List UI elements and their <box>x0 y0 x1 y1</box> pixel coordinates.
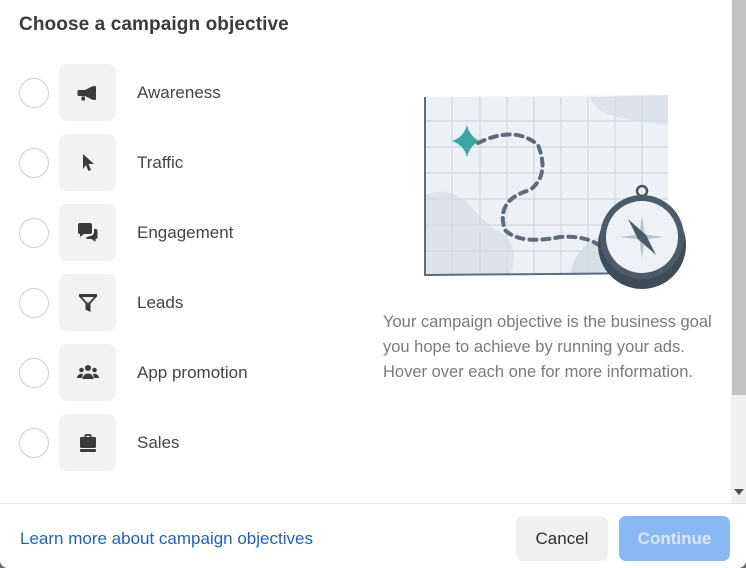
objective-label: App promotion <box>137 363 248 382</box>
objective-label: Awareness <box>137 83 221 102</box>
dialog-content: Choose a campaign objective Awareness Tr… <box>0 0 732 503</box>
objective-label: Sales <box>137 433 180 452</box>
dialog-title: Choose a campaign objective <box>19 14 289 35</box>
scrollbar-thumb[interactable] <box>732 0 746 395</box>
radio-button[interactable] <box>19 358 49 388</box>
objective-label: Leads <box>137 293 184 312</box>
vertical-scrollbar[interactable] <box>731 0 746 503</box>
people-icon <box>59 344 116 401</box>
learn-more-link[interactable]: Learn more about campaign objectives <box>20 529 313 549</box>
funnel-icon <box>59 274 116 331</box>
objective-option-engagement[interactable]: Engagement <box>0 204 330 262</box>
radio-button[interactable] <box>19 218 49 248</box>
objective-option-sales[interactable]: Sales <box>0 414 330 472</box>
objective-option-awareness[interactable]: Awareness <box>0 64 330 122</box>
map-compass-illustration <box>410 85 700 300</box>
campaign-objective-dialog: Choose a campaign objective Awareness Tr… <box>0 0 746 568</box>
megaphone-icon <box>59 64 116 121</box>
chat-bubbles-icon <box>59 204 116 261</box>
radio-button[interactable] <box>19 78 49 108</box>
dialog-footer: Learn more about campaign objectives Can… <box>0 503 746 568</box>
cursor-icon <box>59 134 116 191</box>
objective-label: Engagement <box>137 223 234 242</box>
objective-option-leads[interactable]: Leads <box>0 274 330 332</box>
cancel-button[interactable]: Cancel <box>516 516 608 561</box>
radio-button[interactable] <box>19 148 49 178</box>
continue-button[interactable]: Continue <box>619 516 730 561</box>
objective-option-app-promotion[interactable]: App promotion <box>0 344 330 402</box>
shopping-bag-icon <box>59 414 116 471</box>
objective-description: Your campaign objective is the business … <box>383 313 712 381</box>
radio-button[interactable] <box>19 428 49 458</box>
scroll-down-arrow-icon[interactable] <box>734 489 744 495</box>
objective-option-traffic[interactable]: Traffic <box>0 134 330 192</box>
radio-button[interactable] <box>19 288 49 318</box>
objective-label: Traffic <box>137 153 184 172</box>
